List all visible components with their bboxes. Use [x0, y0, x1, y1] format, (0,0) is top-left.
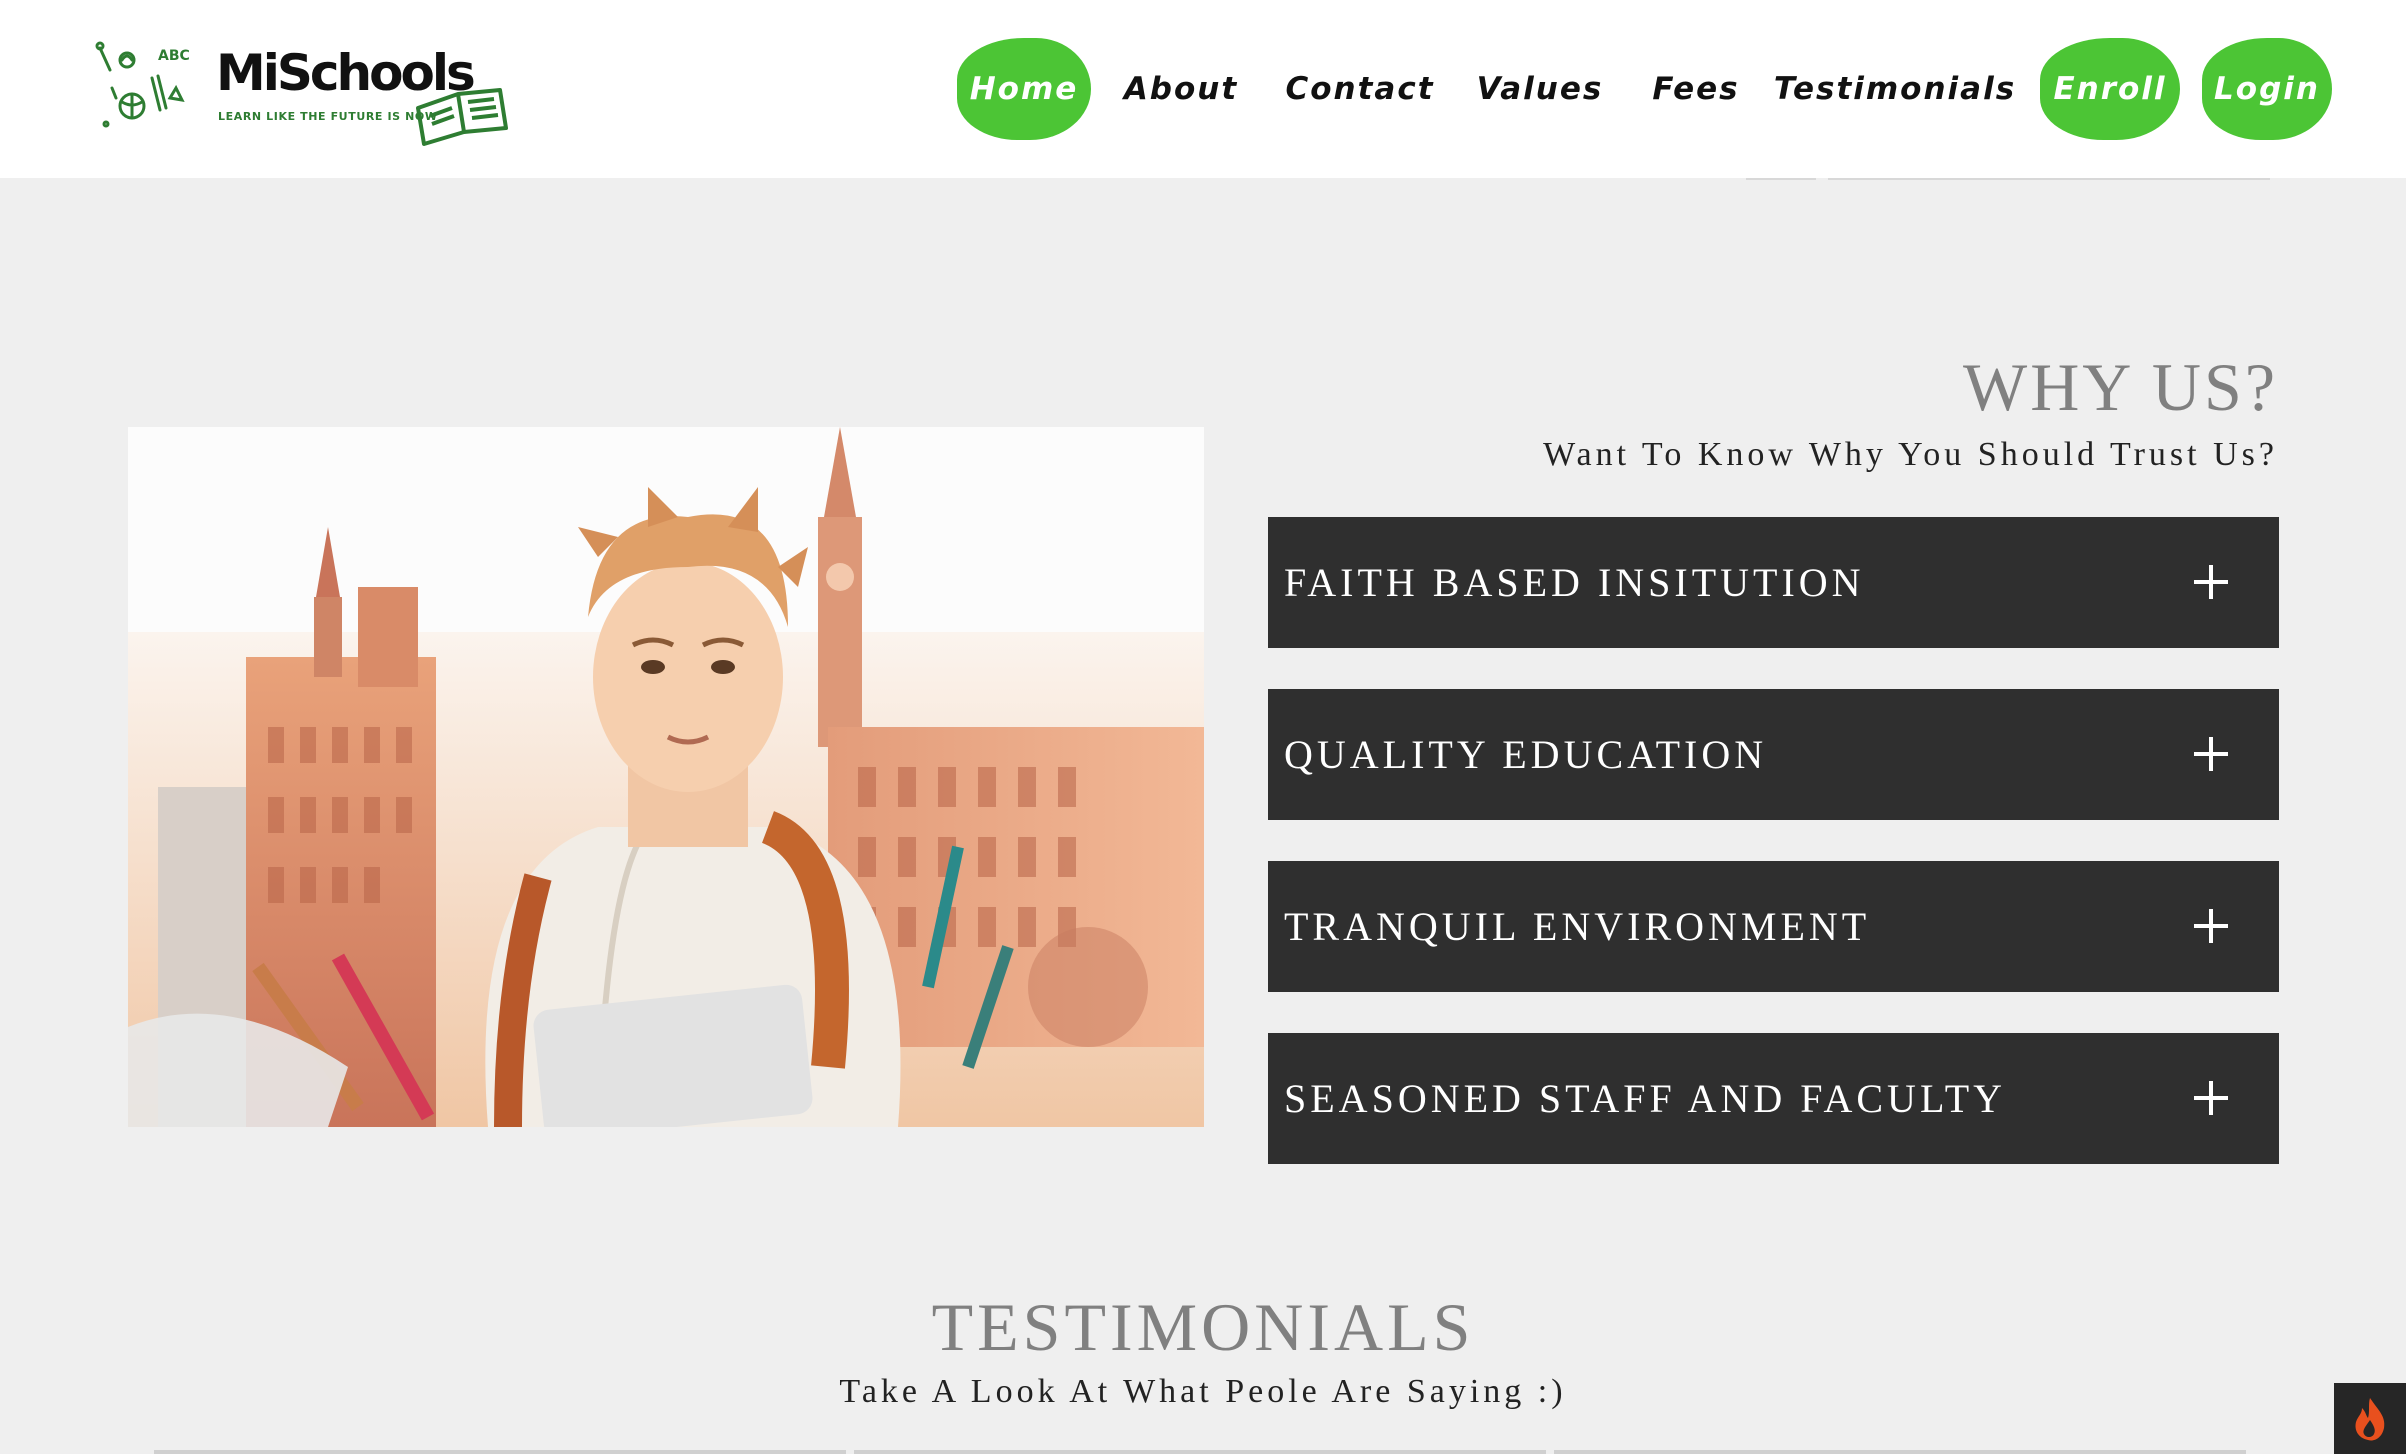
nav-testimonials[interactable]: Testimonials — [1774, 38, 2014, 140]
accordion-label: SEASONED STAFF AND FACULTY — [1284, 1076, 2007, 1121]
header-divider — [1746, 178, 1816, 180]
plus-icon[interactable] — [2188, 559, 2234, 605]
accordion-label: FAITH BASED INSITUTION — [1284, 560, 1865, 605]
accordion-item-quality[interactable]: QUALITY EDUCATION — [1268, 689, 2279, 820]
accordion-label: QUALITY EDUCATION — [1284, 732, 1768, 777]
svg-text:ABC: ABC — [158, 48, 190, 64]
accordion-item-faith[interactable]: FAITH BASED INSITUTION — [1268, 517, 2279, 648]
school-doodles-icon: ABC — [95, 41, 190, 128]
site-logo[interactable]: ABC MiSchools LEARN LIKE THE FUTURE IS N… — [92, 38, 552, 150]
student-campus-illustration — [128, 427, 1204, 1127]
nav-contact[interactable]: Contact — [1282, 38, 1438, 140]
nav-values[interactable]: Values — [1470, 38, 1610, 140]
accordion-item-environment[interactable]: TRANQUIL ENVIRONMENT — [1268, 861, 2279, 992]
plus-icon[interactable] — [2188, 903, 2234, 949]
header-divider — [1828, 178, 2270, 180]
enroll-button[interactable]: Enroll — [2040, 38, 2180, 140]
why-us-subheading: Want To Know Why You Should Trust Us? — [1543, 436, 2278, 473]
open-book-icon — [416, 88, 508, 146]
flame-icon — [2355, 1397, 2385, 1440]
testimonial-card — [1554, 1450, 2246, 1454]
hero-illustration — [128, 427, 1204, 1127]
accordion-item-staff[interactable]: SEASONED STAFF AND FACULTY — [1268, 1033, 2279, 1164]
testimonial-card — [154, 1450, 846, 1454]
why-us-heading: WHY US? — [1963, 349, 2278, 425]
plus-icon[interactable] — [2188, 1075, 2234, 1121]
nav-about[interactable]: About — [1112, 38, 1250, 140]
login-button[interactable]: Login — [2202, 38, 2332, 140]
accordion-label: TRANQUIL ENVIRONMENT — [1284, 904, 1871, 949]
testimonial-card — [854, 1450, 1546, 1454]
flame-badge[interactable] — [2334, 1383, 2406, 1454]
nav-home[interactable]: Home — [957, 38, 1091, 140]
plus-icon[interactable] — [2188, 731, 2234, 777]
logo-tagline: LEARN LIKE THE FUTURE IS NOW — [218, 110, 438, 123]
nav-fees[interactable]: Fees — [1646, 38, 1746, 140]
testimonials-heading: TESTIMONIALS — [931, 1289, 1475, 1365]
site-header: ABC MiSchools LEARN LIKE THE FUTURE IS N… — [0, 0, 2406, 178]
testimonials-subheading: Take A Look At What Peole Are Saying :) — [839, 1373, 1567, 1410]
